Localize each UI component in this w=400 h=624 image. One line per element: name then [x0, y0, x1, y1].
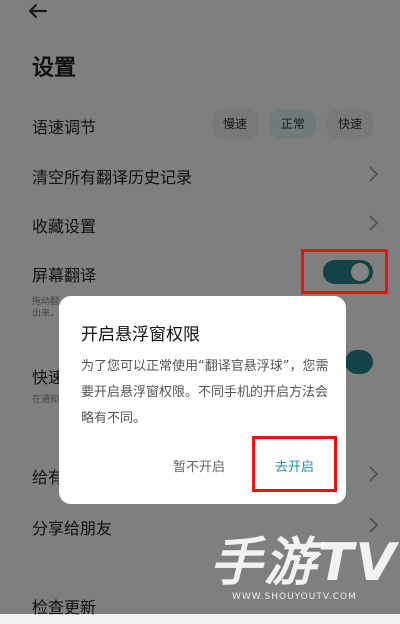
dialog-title: 开启悬浮窗权限 [81, 325, 200, 345]
dialog-body: 为了您可以正常使用“翻译官悬浮球”，您需要开启悬浮窗权限。不同手机的开启方法会略… [81, 359, 329, 426]
highlight-box-toggle-front [301, 249, 388, 294]
permission-dialog: 开启悬浮窗权限 为了您可以正常使用“翻译官悬浮球”，您需要开启悬浮窗权限。不同手… [59, 296, 346, 504]
watermark-url: WWW.SHOUYOUTV.COM [232, 592, 357, 602]
watermark-logo: 手游TV [210, 533, 398, 593]
highlight-box-confirm [252, 436, 337, 492]
cancel-button[interactable]: 暂不开启 [173, 456, 225, 475]
